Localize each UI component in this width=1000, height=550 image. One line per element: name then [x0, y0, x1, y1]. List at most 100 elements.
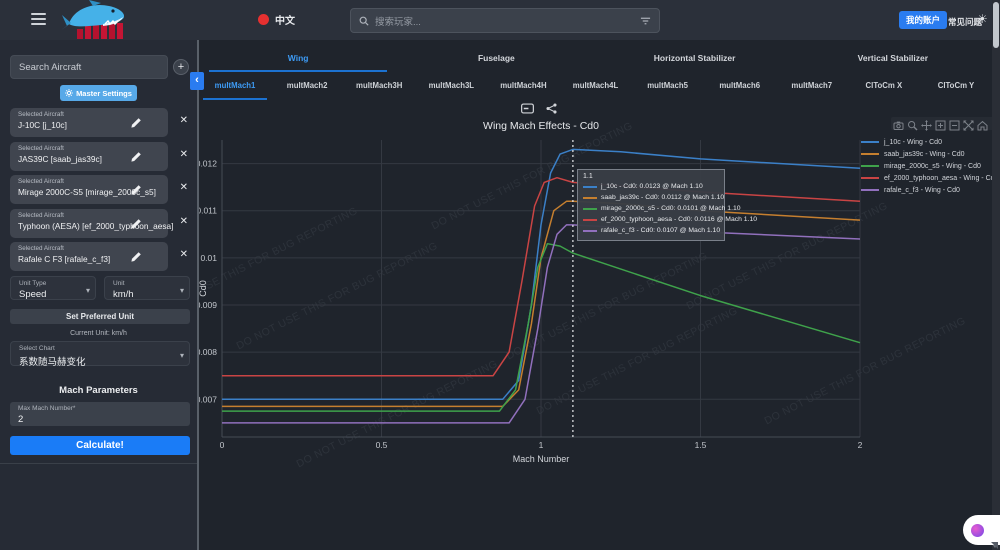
gear-icon — [65, 89, 73, 97]
select-chart-label: Select Chart — [19, 345, 175, 352]
remove-aircraft-button[interactable]: ✕ — [180, 249, 188, 260]
legend-label: rafale_c_f3 - Wing - Cd0 — [884, 187, 960, 194]
edit-pencil-icon[interactable] — [130, 116, 142, 128]
legend-label: ef_2000_typhoon_aesa - Wing - Cd0 — [884, 175, 998, 182]
edit-pencil-icon[interactable] — [130, 183, 142, 195]
aircraft-card[interactable]: Selected Aircraft Typhoon (AESA) [ef_2000… — [10, 209, 168, 238]
resize-corner-icon — [991, 542, 998, 549]
aircraft-row: Selected AircraftRafale C F3 [rafale_c_f… — [10, 242, 190, 271]
selected-aircraft-label: Selected Aircraft — [18, 145, 146, 152]
remove-aircraft-button[interactable]: ✕ — [180, 216, 188, 227]
tooltip-series-swatch — [583, 219, 597, 221]
sidebar-divider — [0, 463, 197, 464]
tooltip-row: mirage_2000c_s5 - Cd0: 0.0101 @ Mach 1.1… — [583, 203, 719, 214]
floating-widget-button[interactable] — [963, 515, 1000, 545]
search-icon — [359, 16, 369, 26]
tooltip-series-swatch — [583, 230, 597, 232]
legend-item[interactable]: mirage_2000c_s5 - Wing - Cd0 — [861, 160, 998, 172]
aircraft-name: Mirage 2000C-S5 [mirage_2000c_s5] — [18, 187, 146, 197]
selected-aircraft-label: Selected Aircraft — [18, 212, 146, 219]
aircraft-card[interactable]: Selected Aircraft JAS39C [saab_jas39c] — [10, 142, 168, 171]
unit-type-select[interactable]: Unit Type Speed ▾ — [10, 276, 96, 300]
player-search-placeholder: 搜索玩家... — [375, 14, 634, 28]
max-mach-value: 2 — [18, 414, 182, 425]
sidebar: Search Aircraft + Master Settings Select… — [0, 40, 197, 550]
tooltip-row: j_10c - Cd0: 0.0123 @ Mach 1.10 — [583, 181, 719, 192]
selected-aircraft-label: Selected Aircraft — [18, 111, 146, 118]
tooltip-series-text: rafale_c_f3 - Cd0: 0.0107 @ Mach 1.10 — [601, 227, 720, 234]
aircraft-card[interactable]: Selected Aircraft J-10C [j_10c] — [10, 108, 168, 137]
master-settings-button[interactable]: Master Settings — [60, 85, 137, 101]
language-flag-icon — [258, 14, 269, 25]
x-tick-label: 0 — [220, 440, 225, 450]
aircraft-name: JAS39C [saab_jas39c] — [18, 154, 146, 164]
aircraft-search-input[interactable]: Search Aircraft — [10, 55, 168, 79]
y-axis-title: Cd0 — [198, 280, 208, 297]
legend-line-swatch — [861, 189, 879, 191]
x-tick-label: 1.5 — [695, 440, 707, 450]
unit-type-value: Speed — [19, 289, 81, 300]
aircraft-row: Selected Aircraft J-10C [j_10c] ✕ — [10, 108, 190, 137]
select-chart-dropdown[interactable]: Select Chart 系数随马赫变化 ▾ — [10, 341, 190, 366]
set-preferred-unit-button[interactable]: Set Preferred Unit — [10, 309, 190, 324]
x-axis-title: Mach Number — [513, 454, 570, 464]
edit-pencil-icon[interactable] — [130, 250, 142, 262]
max-mach-number-input[interactable]: Max Mach Number* 2 — [10, 402, 190, 426]
scrollbar-thumb[interactable] — [993, 2, 999, 48]
chart-legend: j_10c - Wing - Cd0 saab_jas39c - Wing - C… — [861, 136, 998, 196]
unit-value: km/h — [113, 289, 175, 300]
menu-icon[interactable] — [31, 13, 46, 26]
player-search-input[interactable]: 搜索玩家... — [350, 8, 660, 33]
hover-tooltip: 1.1 j_10c - Cd0: 0.0123 @ Mach 1.10saab_… — [577, 169, 725, 241]
panel-divider — [197, 40, 199, 550]
chevron-down-icon: ▾ — [180, 351, 184, 360]
shark-logo — [55, 0, 135, 45]
edit-pencil-icon[interactable] — [130, 217, 142, 229]
page-scrollbar[interactable] — [992, 0, 1000, 550]
aircraft-name: Rafale C F3 [rafale_c_f3] — [18, 254, 146, 264]
legend-label: mirage_2000c_s5 - Wing - Cd0 — [884, 163, 981, 170]
tooltip-row: rafale_c_f3 - Cd0: 0.0107 @ Mach 1.10 — [583, 225, 719, 236]
remove-aircraft-button[interactable]: ✕ — [180, 182, 188, 193]
tooltip-row: ef_2000_typhoon_aesa - Cd0: 0.0116 @ Mac… — [583, 214, 719, 225]
tooltip-series-swatch — [583, 186, 597, 188]
language-selector[interactable]: 中文 — [258, 12, 295, 27]
unit-select[interactable]: Unit km/h ▾ — [104, 276, 190, 300]
remove-aircraft-button[interactable]: ✕ — [180, 115, 188, 126]
tooltip-series-text: ef_2000_typhoon_aesa - Cd0: 0.0116 @ Mac… — [601, 216, 757, 223]
chevron-down-icon: ▾ — [86, 286, 90, 295]
legend-label: j_10c - Wing - Cd0 — [884, 139, 942, 146]
tooltip-series-text: j_10c - Cd0: 0.0123 @ Mach 1.10 — [601, 183, 703, 190]
aircraft-row: Selected Aircraft Typhoon (AESA) [ef_2000… — [10, 209, 190, 238]
legend-item[interactable]: j_10c - Wing - Cd0 — [861, 136, 998, 148]
calculate-button[interactable]: Calculate! — [10, 436, 190, 455]
mach-parameters-heading: Mach Parameters — [0, 385, 197, 396]
aircraft-name: Typhoon (AESA) [ef_2000_typhoon_aesa] — [18, 221, 146, 231]
filter-icon[interactable] — [640, 16, 651, 26]
legend-item[interactable]: rafale_c_f3 - Wing - Cd0 — [861, 184, 998, 196]
legend-line-swatch — [861, 153, 879, 155]
x-tick-label: 0.5 — [376, 440, 388, 450]
tooltip-x-value: 1.1 — [583, 173, 719, 180]
aircraft-card[interactable]: Selected AircraftMirage 2000C-S5 [mirage… — [10, 175, 168, 204]
unit-type-label: Unit Type — [19, 280, 81, 287]
sidebar-collapse-button[interactable]: ‹ — [190, 72, 204, 90]
aircraft-card[interactable]: Selected AircraftRafale C F3 [rafale_c_f… — [10, 242, 168, 271]
theme-toggle-sun-icon[interactable]: ☀ — [977, 12, 988, 26]
legend-item[interactable]: ef_2000_typhoon_aesa - Wing - Cd0 — [861, 172, 998, 184]
max-mach-label: Max Mach Number* — [18, 405, 182, 412]
add-aircraft-button[interactable]: + — [173, 59, 189, 75]
current-unit-text: Current Unit: km/h — [0, 330, 197, 337]
top-bar: 中文 搜索玩家... 我的账户 常见问题 ☀ — [0, 0, 1000, 40]
aircraft-row: Selected Aircraft JAS39C [saab_jas39c] ✕ — [10, 142, 190, 171]
my-account-button[interactable]: 我的账户 — [899, 11, 947, 29]
app-root: { "topbar": { "language": "中文", "search_… — [0, 0, 1000, 550]
y-tick-label: 0.011 — [196, 206, 217, 216]
unit-label: Unit — [113, 280, 175, 287]
remove-aircraft-button[interactable]: ✕ — [180, 149, 188, 160]
aircraft-name: J-10C [j_10c] — [18, 120, 146, 130]
edit-pencil-icon[interactable] — [130, 150, 142, 162]
x-tick-label: 1 — [539, 440, 544, 450]
legend-item[interactable]: saab_jas39c - Wing - Cd0 — [861, 148, 998, 160]
tooltip-series-swatch — [583, 208, 597, 210]
